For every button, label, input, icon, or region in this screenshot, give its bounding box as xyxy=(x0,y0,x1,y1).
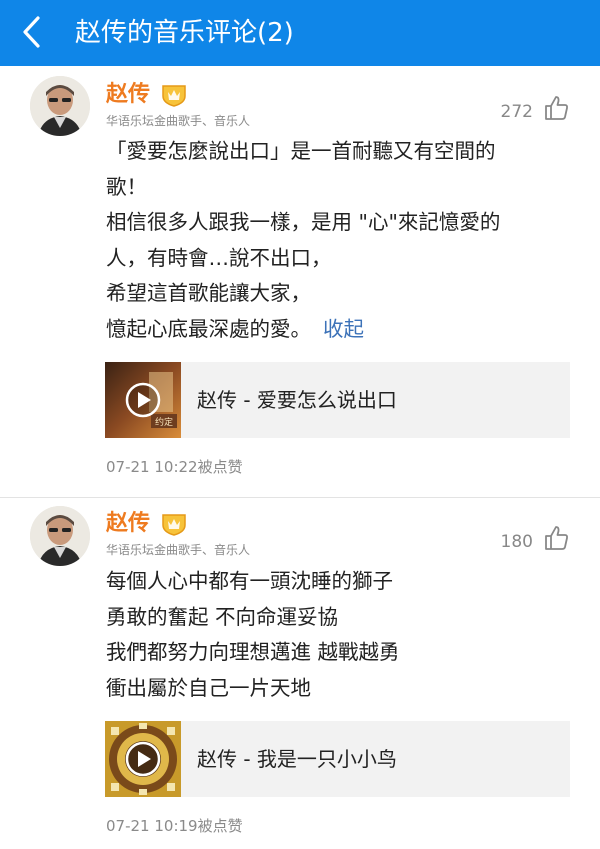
comment-item: 赵传 华语乐坛金曲歌手、音乐人 180 每個人心中都有一頭沈睡的獅子 勇敢的奮起… xyxy=(0,498,600,849)
comment-item: 赵传 华语乐坛金曲歌手、音乐人 272 「愛要怎麼說出口」是一首耐聽又有空間的 … xyxy=(0,66,600,498)
comment-line: 我們都努力向理想邁進 越戰越勇 xyxy=(106,640,400,664)
comment-line: 希望這首歌能讓大家， xyxy=(106,281,311,305)
avatar[interactable] xyxy=(30,76,90,136)
comment-line: 勇敢的奮起 不向命運妥協 xyxy=(106,604,339,629)
comment-line-last: 憶起心底最深處的愛。 收起 xyxy=(106,312,576,348)
crown-badge-icon xyxy=(160,82,188,108)
liked-timestamp: 07-21 10:19被点赞 xyxy=(106,817,243,835)
author-subtitle: 华语乐坛金曲歌手、音乐人 xyxy=(106,543,251,557)
like-count: 180 xyxy=(500,532,533,552)
avatar[interactable] xyxy=(30,506,90,566)
back-button[interactable] xyxy=(14,12,54,52)
like-count: 272 xyxy=(500,102,533,122)
cover-text: 约定 xyxy=(155,416,173,428)
comment-line: 「愛要怎麼說出口」是一首耐聽又有空間的 xyxy=(106,139,496,163)
comment-text: 「愛要怎麼說出口」是一首耐聽又有空間的 歌！ 相信很多人跟我一樣，是用 "心"來… xyxy=(106,134,576,347)
song-title: 赵传 - 爱要怎么说出口 xyxy=(197,388,397,412)
author-subtitle: 华语乐坛金曲歌手、音乐人 xyxy=(106,114,251,128)
crown-badge-icon xyxy=(160,511,188,537)
liked-timestamp: 07-21 10:22被点赞 xyxy=(106,458,243,476)
song-card[interactable]: 赵传 - 我是一只小小鸟 xyxy=(105,721,570,797)
app-header: 赵传的音乐评论(2) xyxy=(0,0,600,66)
song-title: 赵传 - 我是一只小小鸟 xyxy=(197,747,397,771)
thumbs-up-icon[interactable] xyxy=(542,524,570,552)
comment-line: 相信很多人跟我一樣，是用 "心"來記憶愛的 xyxy=(106,210,501,234)
album-cover xyxy=(105,721,181,797)
thumbs-up-icon[interactable] xyxy=(542,94,570,122)
comment-line: 歌！ xyxy=(106,174,147,199)
author-name[interactable]: 赵传 xyxy=(106,81,150,109)
comment-text: 每個人心中都有一頭沈睡的獅子 勇敢的奮起 不向命運妥協 我們都努力向理想邁進 越… xyxy=(106,564,576,706)
comment-line: 憶起心底最深處的愛。 xyxy=(106,316,311,341)
song-card[interactable]: 约定 赵传 - 爱要怎么说出口 xyxy=(105,362,570,438)
collapse-link[interactable]: 收起 xyxy=(323,317,364,341)
chevron-left-icon xyxy=(23,16,40,48)
album-cover: 约定 xyxy=(105,362,181,438)
comment-line: 衝出屬於自己一片天地 xyxy=(106,675,311,700)
page-title: 赵传的音乐评论(2) xyxy=(75,18,294,48)
comment-line: 每個人心中都有一頭沈睡的獅子 xyxy=(106,569,393,593)
comment-line: 人，有時會…說不出口， xyxy=(106,245,332,270)
author-name[interactable]: 赵传 xyxy=(106,510,150,538)
